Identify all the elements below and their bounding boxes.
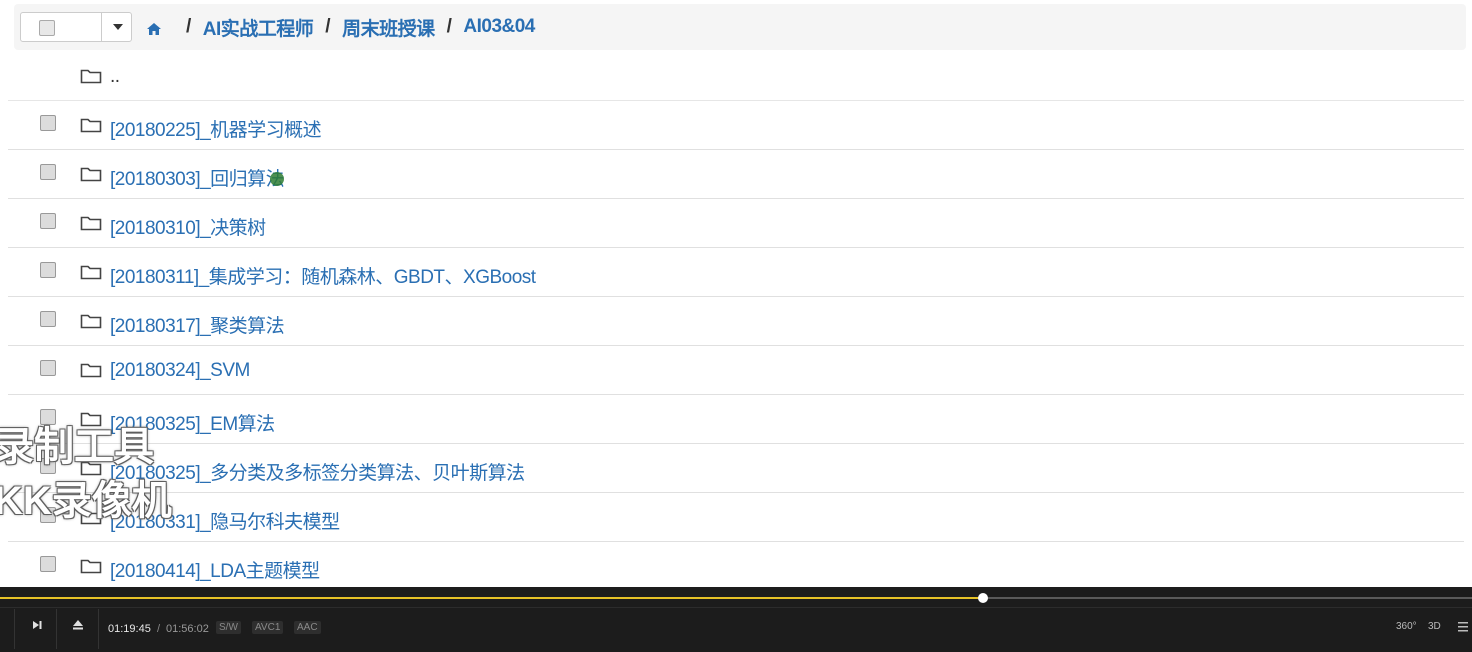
row-checkbox[interactable] (40, 164, 56, 180)
list-item[interactable]: [20180317]_聚类算法 (8, 297, 1464, 346)
folder-icon (80, 68, 102, 84)
row-checkbox[interactable] (40, 311, 56, 327)
folder-icon (80, 313, 102, 329)
folder-icon (80, 509, 102, 525)
control-divider (56, 609, 57, 649)
folder-icon (80, 215, 102, 231)
row-checkbox[interactable] (40, 409, 56, 425)
breadcrumb-item-weekend-class[interactable]: 周末班授课 (342, 14, 435, 41)
row-checkbox[interactable] (40, 115, 56, 131)
select-all-checkbox[interactable] (39, 20, 55, 36)
list-item[interactable]: [20180331]_隐马尔科夫模型 (8, 493, 1464, 542)
list-item[interactable]: [20180325]_EM算法 (8, 395, 1464, 444)
audio-codec-badge[interactable]: AAC (294, 621, 321, 634)
folder-icon (80, 558, 102, 574)
folder-link[interactable]: [20180225]_机器学习概述 (110, 115, 322, 142)
dropdown-divider (101, 13, 102, 41)
breadcrumb-item-ai-engineer[interactable]: AI实战工程师 (203, 14, 314, 41)
folder-icon (80, 411, 102, 427)
control-divider (14, 609, 15, 649)
folder-name[interactable]: .. (110, 66, 120, 88)
folder-icon (80, 362, 102, 378)
list-item[interactable]: [20180325]_多分类及多标签分类算法、贝叶斯算法 (8, 444, 1464, 493)
row-checkbox[interactable] (40, 458, 56, 474)
row-checkbox[interactable] (40, 360, 56, 376)
current-time: 01:19:45 (108, 623, 151, 635)
parent-folder-row[interactable]: .. (8, 52, 1464, 101)
folder-link[interactable]: [20180331]_隐马尔科夫模型 (110, 507, 340, 534)
folder-icon (80, 460, 102, 476)
breadcrumb-item-current[interactable]: AI03&04 (463, 16, 535, 38)
breadcrumb-separator: / (446, 16, 452, 37)
seek-handle[interactable] (978, 593, 989, 603)
folder-icon (80, 117, 102, 133)
folder-icon (80, 166, 102, 182)
folder-link[interactable]: [20180317]_聚类算法 (110, 311, 285, 338)
vr-360-button[interactable]: 360° (1396, 621, 1417, 632)
select-all-dropdown[interactable] (20, 12, 132, 42)
seek-bar[interactable] (0, 593, 1472, 603)
folder-link[interactable]: [20180324]_SVM (110, 360, 250, 382)
list-item[interactable]: [20180225]_机器学习概述 (8, 101, 1464, 150)
row-checkbox[interactable] (40, 507, 56, 523)
breadcrumb: / AI实战工程师 / 周末班授课 / AI03&04 (146, 4, 535, 50)
controls-divider (0, 607, 1472, 608)
next-icon[interactable] (29, 617, 45, 633)
control-divider (98, 609, 99, 649)
eject-icon[interactable] (70, 617, 86, 633)
breadcrumb-separator: / (325, 16, 331, 37)
list-item[interactable]: [20180303]_回归算法 (8, 150, 1464, 199)
total-time: 01:56:02 (166, 623, 209, 635)
folder-link[interactable]: [20180303]_回归算法 (110, 164, 285, 191)
folder-link[interactable]: [20180311]_集成学习：随机森林、GBDT、XGBoost (110, 262, 536, 289)
time-separator: / (157, 623, 161, 635)
file-list: .. [20180225]_机器学习概述 [20180303]_回归算法 [20… (8, 52, 1464, 587)
row-checkbox[interactable] (40, 213, 56, 229)
file-browser: / AI实战工程师 / 周末班授课 / AI03&04 .. [20180225… (0, 0, 1472, 587)
folder-link[interactable]: [20180325]_多分类及多标签分类算法、贝叶斯算法 (110, 458, 525, 485)
folder-icon (80, 264, 102, 280)
list-item[interactable]: [20180324]_SVM (8, 346, 1464, 395)
video-player-bar: 01:19:45 / 01:56:02 S/W AVC1 AAC 360° 3D (0, 587, 1472, 652)
home-icon[interactable] (146, 20, 162, 35)
seek-bar-played (0, 597, 984, 599)
decoder-badge[interactable]: S/W (216, 621, 241, 634)
folder-link[interactable]: [20180414]_LDA主题模型 (110, 556, 320, 583)
mouse-cursor-icon (270, 172, 284, 186)
menu-icon[interactable] (1458, 621, 1470, 636)
breadcrumb-separator: / (186, 16, 191, 37)
breadcrumb-bar: / AI实战工程师 / 周末班授课 / AI03&04 (14, 4, 1466, 50)
caret-down-icon[interactable] (113, 24, 123, 30)
3d-button[interactable]: 3D (1428, 621, 1441, 632)
video-codec-badge[interactable]: AVC1 (252, 621, 284, 634)
list-item[interactable]: [20180310]_决策树 (8, 199, 1464, 248)
row-checkbox[interactable] (40, 262, 56, 278)
folder-link[interactable]: [20180325]_EM算法 (110, 409, 275, 436)
list-item[interactable]: [20180414]_LDA主题模型 (8, 542, 1464, 587)
list-item[interactable]: [20180311]_集成学习：随机森林、GBDT、XGBoost (8, 248, 1464, 297)
row-checkbox[interactable] (40, 556, 56, 572)
folder-link[interactable]: [20180310]_决策树 (110, 213, 266, 240)
screen: / AI实战工程师 / 周末班授课 / AI03&04 .. [20180225… (0, 0, 1472, 652)
